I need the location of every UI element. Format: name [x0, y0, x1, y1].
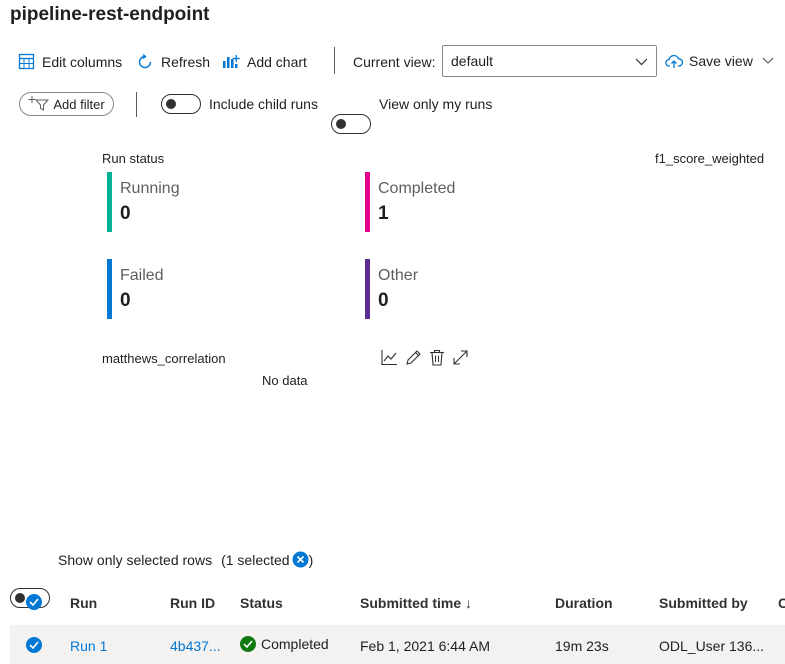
status-color-bar	[365, 259, 370, 319]
current-view-value: default	[451, 53, 494, 69]
chart-actions	[381, 349, 469, 369]
no-data-message: No data	[262, 373, 308, 388]
run-status-title: Run status	[102, 151, 165, 166]
refresh-label: Refresh	[161, 54, 211, 70]
view-only-my-runs-label: View only my runs	[379, 96, 493, 112]
success-check-icon	[240, 636, 256, 652]
cloud-upload-icon	[665, 53, 683, 69]
status-count: 0	[120, 203, 131, 224]
column-header-submitted-by[interactable]: Submitted by	[659, 595, 748, 611]
status-tile-completed: Completed 1	[365, 172, 455, 232]
submitted-time-cell: Feb 1, 2021 6:44 AM	[360, 638, 490, 654]
f1-score-chart-title: f1_score_weighted	[655, 151, 765, 166]
status-label: Completed	[378, 180, 456, 197]
refresh-icon	[136, 53, 154, 71]
status-text: Completed	[261, 636, 329, 652]
matthews-correlation-chart-title: matthews_correlation	[102, 351, 226, 366]
status-label: Other	[378, 267, 419, 284]
column-header-duration[interactable]: Duration	[555, 595, 613, 611]
status-tile-other: Other 0	[365, 259, 418, 319]
status-color-bar	[107, 172, 112, 232]
expand-icon[interactable]	[452, 349, 469, 369]
status-count: 1	[378, 203, 389, 224]
status-count: 0	[378, 290, 389, 311]
run-name-link[interactable]: Run 1	[70, 638, 107, 654]
status-color-bar	[107, 259, 112, 319]
submitted-by-cell: ODL_User 136...	[659, 638, 765, 654]
include-child-runs-toggle[interactable]	[161, 94, 201, 114]
status-tile-failed: Failed 0	[107, 259, 164, 319]
current-view-dropdown[interactable]: default	[442, 45, 657, 77]
status-label: Running	[120, 180, 180, 197]
run-status: Completed	[240, 636, 329, 652]
status-count: 0	[120, 290, 131, 311]
current-view-label: Current view:	[353, 54, 436, 70]
status-color-bar	[365, 172, 370, 232]
status-tile-running: Running 0	[107, 172, 180, 232]
delete-icon[interactable]	[429, 349, 445, 369]
show-selected-rows-label: Show only selected rows	[58, 551, 213, 568]
edit-columns-button[interactable]: Edit columns	[18, 53, 122, 70]
run-id-link[interactable]: 4b437...	[170, 638, 221, 654]
column-header-status[interactable]: Status	[240, 595, 283, 611]
select-all-checkbox[interactable]	[26, 594, 42, 610]
add-chart-button[interactable]: Add chart	[222, 53, 307, 70]
table-columns-icon	[18, 53, 35, 70]
filter-divider	[136, 92, 137, 117]
line-chart-icon[interactable]	[381, 349, 398, 369]
bar-chart-icon	[222, 53, 240, 70]
selected-count-close: )	[308, 551, 314, 568]
checkmark-icon	[26, 594, 42, 610]
edit-columns-label: Edit columns	[42, 53, 123, 70]
chevron-down-icon	[635, 53, 648, 69]
add-chart-label: Add chart	[247, 53, 307, 70]
clear-selection-icon[interactable]	[292, 551, 309, 568]
save-view-button[interactable]: Save view	[665, 53, 774, 69]
column-header-truncated[interactable]: C	[778, 595, 785, 611]
checkmark-icon	[26, 637, 42, 653]
status-label: Failed	[120, 267, 164, 284]
refresh-button[interactable]: Refresh	[136, 53, 210, 71]
show-selected-rows: Show only selected rows (1 selected )	[58, 551, 313, 568]
page-title: pipeline-rest-endpoint	[10, 4, 210, 25]
chevron-down-icon	[762, 57, 774, 65]
selected-count: (1 selected	[221, 551, 290, 568]
include-child-runs-label: Include child runs	[209, 96, 318, 112]
add-filter-label: Add filter	[53, 96, 105, 112]
add-filter-button[interactable]: Add filter	[19, 92, 114, 116]
filter-add-icon	[28, 95, 50, 114]
column-header-submitted-time[interactable]: Submitted time ↓	[360, 595, 472, 611]
duration-cell: 19m 23s	[555, 638, 609, 654]
row-checkbox[interactable]	[26, 637, 42, 653]
view-only-my-runs-toggle[interactable]	[331, 114, 371, 134]
edit-icon[interactable]	[405, 349, 422, 369]
save-view-label: Save view	[689, 53, 753, 69]
toolbar-divider	[334, 47, 335, 74]
column-header-run[interactable]: Run	[70, 595, 97, 611]
column-header-run-id[interactable]: Run ID	[170, 595, 215, 611]
